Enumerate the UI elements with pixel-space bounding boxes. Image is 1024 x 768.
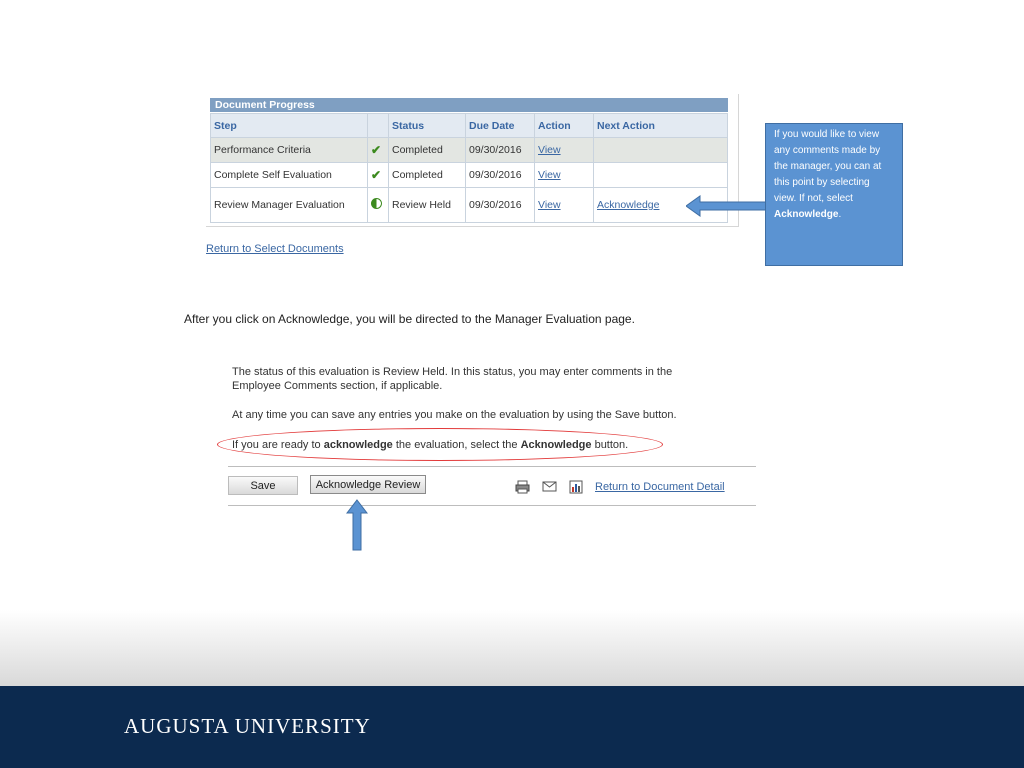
highlight-ellipse xyxy=(217,428,663,461)
evaluation-save-text: At any time you can save any entries you… xyxy=(232,409,677,421)
instruction-text: After you click on Acknowledge, you will… xyxy=(184,312,635,326)
view-link[interactable]: View xyxy=(538,199,561,211)
step-cell: Performance Criteria xyxy=(210,137,368,163)
due-date-cell: 09/30/2016 xyxy=(465,162,535,188)
document-progress-title: Document Progress xyxy=(210,98,728,112)
step-cell: Complete Self Evaluation xyxy=(210,162,368,188)
table-header-row: Step Status Due Date Action Next Action xyxy=(210,113,728,138)
action-cell: View xyxy=(534,187,594,223)
save-button[interactable]: Save xyxy=(228,476,298,495)
table-row: Complete Self Evaluation ✔ Completed 09/… xyxy=(210,162,728,188)
return-to-select-documents-link[interactable]: Return to Select Documents xyxy=(206,243,344,255)
callout-box: If you would like to view any comments m… xyxy=(765,123,903,266)
left-arrow-icon xyxy=(686,195,768,217)
print-icon[interactable] xyxy=(515,480,530,494)
divider xyxy=(228,505,756,506)
status-cell: Completed xyxy=(388,137,466,163)
status-cell: Completed xyxy=(388,162,466,188)
callout-text-end: . xyxy=(838,209,842,220)
due-date-cell: 09/30/2016 xyxy=(465,187,535,223)
acknowledge-review-button[interactable]: Acknowledge Review xyxy=(310,475,426,494)
due-date-cell: 09/30/2016 xyxy=(465,137,535,163)
report-icon[interactable] xyxy=(569,480,584,494)
email-icon[interactable] xyxy=(542,480,557,493)
view-link[interactable]: View xyxy=(538,144,561,156)
next-action-cell xyxy=(593,162,728,188)
evaluation-status-text: The status of this evaluation is Review … xyxy=(232,366,673,392)
acknowledge-link[interactable]: Acknowledge xyxy=(597,199,659,211)
half-circle-icon xyxy=(367,187,389,223)
column-header-action: Action xyxy=(534,113,594,138)
table-row: Performance Criteria ✔ Completed 09/30/2… xyxy=(210,137,728,163)
table-row: Review Manager Evaluation Review Held 09… xyxy=(210,187,728,223)
column-header-icon xyxy=(367,113,389,138)
check-icon: ✔ xyxy=(367,162,389,188)
callout-text: If you would like to view any comments m… xyxy=(774,129,882,204)
document-progress-table: Step Status Due Date Action Next Action … xyxy=(210,113,728,223)
column-header-due-date: Due Date xyxy=(465,113,535,138)
column-header-status: Status xyxy=(388,113,466,138)
callout-emphasis: Acknowledge xyxy=(774,209,839,220)
step-cell: Review Manager Evaluation xyxy=(210,187,368,223)
check-icon: ✔ xyxy=(367,137,389,163)
next-action-cell xyxy=(593,137,728,163)
status-cell: Review Held xyxy=(388,187,466,223)
divider xyxy=(228,466,756,467)
action-cell: View xyxy=(534,162,594,188)
up-arrow-icon xyxy=(346,499,368,551)
column-header-next-action: Next Action xyxy=(593,113,728,138)
action-cell: View xyxy=(534,137,594,163)
university-name: AUGUSTA UNIVERSITY xyxy=(124,714,371,738)
footer-fade xyxy=(0,610,1024,686)
column-header-step: Step xyxy=(210,113,368,138)
return-to-document-detail-link[interactable]: Return to Document Detail xyxy=(595,481,725,493)
augusta-university-logo-icon xyxy=(1,1,27,31)
view-link[interactable]: View xyxy=(538,169,561,181)
